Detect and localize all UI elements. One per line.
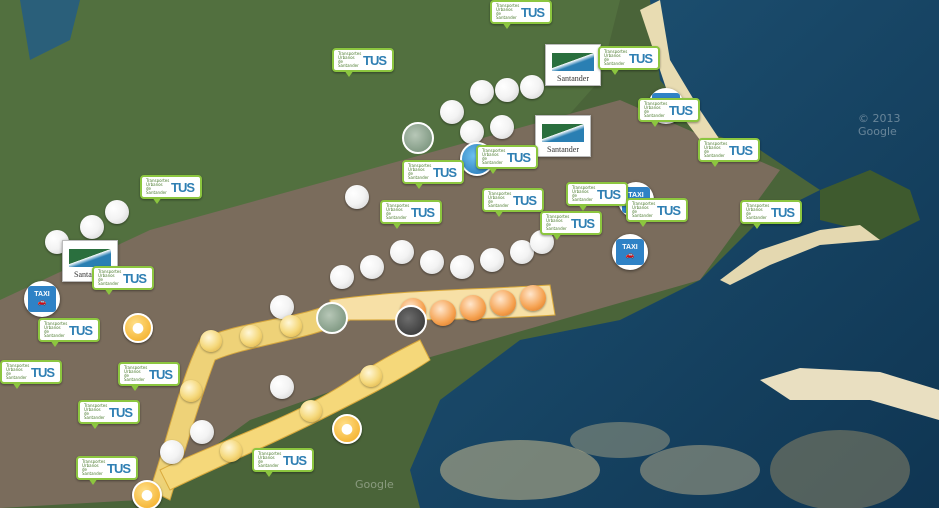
- sensor-marker[interactable]: [105, 200, 129, 224]
- sensor-marker[interactable]: [345, 185, 369, 209]
- lightbulb-marker[interactable]: ●: [123, 313, 153, 343]
- sensor-marker-yellow[interactable]: [300, 400, 322, 422]
- tus-bus-stop-marker[interactable]: Transportes Urbanos de Santander TUS: [332, 48, 394, 77]
- sensor-marker-yellow[interactable]: [240, 325, 262, 347]
- sensor-marker[interactable]: [190, 420, 214, 444]
- sensor-marker[interactable]: [490, 115, 514, 139]
- tus-bus-stop-marker[interactable]: Transportes Urbanos de Santander TUS: [92, 266, 154, 295]
- tus-bus-stop-marker[interactable]: Transportes Urbanos de Santander TUS: [252, 448, 314, 477]
- sensor-marker-yellow[interactable]: [200, 330, 222, 352]
- tus-bus-stop-marker[interactable]: Transportes Urbanos de Santander TUS: [626, 198, 688, 227]
- tus-bus-stop-marker[interactable]: Transportes Urbanos de Santander TUS: [140, 175, 202, 204]
- sensor-marker[interactable]: [450, 255, 474, 279]
- sensor-trails: [149, 284, 556, 501]
- map-watermark: © 2013 Google: [858, 112, 901, 138]
- tus-bus-stop-marker[interactable]: Transportes Urbanos de Santander TUS: [482, 188, 544, 217]
- tus-bus-stop-marker[interactable]: Transportes Urbanos de Santander TUS: [380, 200, 442, 229]
- plant-marker[interactable]: [402, 122, 434, 154]
- sensor-marker[interactable]: [480, 248, 504, 272]
- sensor-marker-yellow[interactable]: [220, 440, 242, 462]
- sensor-marker-yellow[interactable]: [180, 380, 202, 402]
- tus-bus-stop-marker[interactable]: Transportes Urbanos de Santander TUS: [638, 98, 700, 127]
- tus-bus-stop-marker[interactable]: Transportes Urbanos de Santander TUS: [476, 145, 538, 174]
- satellite-map[interactable]: Santander Santander Santander ● ● ● TAXI…: [0, 0, 939, 508]
- lightbulb-marker[interactable]: ●: [132, 480, 162, 508]
- santander-logo-marker[interactable]: Santander: [535, 115, 591, 157]
- sensor-marker-yellow[interactable]: [360, 365, 382, 387]
- parking-marker[interactable]: [395, 305, 427, 337]
- tus-bus-stop-marker[interactable]: Transportes Urbanos de Santander TUS: [698, 138, 760, 167]
- tus-bus-stop-marker[interactable]: Transportes Urbanos de Santander TUS: [566, 182, 628, 211]
- sensor-marker[interactable]: [420, 250, 444, 274]
- car-icon: 🚗: [625, 252, 635, 259]
- taxi-marker[interactable]: TAXI🚗: [612, 234, 648, 270]
- sensor-marker[interactable]: [470, 80, 494, 104]
- sensor-marker-orange[interactable]: [430, 300, 456, 326]
- sensor-marker[interactable]: [520, 75, 544, 99]
- sensor-marker[interactable]: [495, 78, 519, 102]
- tus-bus-stop-marker[interactable]: Transportes Urbanos de Santander TUS: [78, 400, 140, 429]
- sensor-marker[interactable]: [270, 375, 294, 399]
- sensor-marker[interactable]: [330, 265, 354, 289]
- taxi-marker[interactable]: TAXI🚗: [24, 281, 60, 317]
- sensor-marker-orange[interactable]: [460, 295, 486, 321]
- sensor-marker-orange[interactable]: [520, 285, 546, 311]
- sensor-marker-yellow[interactable]: [280, 315, 302, 337]
- car-icon: 🚗: [37, 299, 47, 306]
- tus-bus-stop-marker[interactable]: Transportes Urbanos de Santander TUS: [598, 46, 660, 75]
- sensor-marker[interactable]: [440, 100, 464, 124]
- sensor-marker[interactable]: [390, 240, 414, 264]
- tus-bus-stop-marker[interactable]: Transportes Urbanos de Santander TUS: [402, 160, 464, 189]
- sensor-marker[interactable]: [160, 440, 184, 464]
- tus-bus-stop-marker[interactable]: Transportes Urbanos de Santander TUS: [540, 211, 602, 240]
- lightbulb-marker[interactable]: ●: [332, 414, 362, 444]
- santander-logo-marker[interactable]: Santander: [545, 44, 601, 86]
- tus-bus-stop-marker[interactable]: Transportes Urbanos de Santander TUS: [118, 362, 180, 391]
- map-watermark: Google: [355, 478, 394, 491]
- sensor-marker-orange[interactable]: [490, 290, 516, 316]
- tus-bus-stop-marker[interactable]: Transportes Urbanos de Santander TUS: [740, 200, 802, 229]
- sensor-marker[interactable]: [360, 255, 384, 279]
- sensor-marker[interactable]: [80, 215, 104, 239]
- tus-bus-stop-marker[interactable]: Transportes Urbanos de Santander TUS: [490, 0, 552, 29]
- tus-bus-stop-marker[interactable]: Transportes Urbanos de Santander TUS: [38, 318, 100, 347]
- tus-bus-stop-marker[interactable]: Transportes Urbanos de Santander TUS: [76, 456, 138, 485]
- tus-bus-stop-marker[interactable]: Transportes Urbanos de Santander TUS: [0, 360, 62, 389]
- sensor-marker[interactable]: [460, 120, 484, 144]
- speaker-marker[interactable]: [316, 302, 348, 334]
